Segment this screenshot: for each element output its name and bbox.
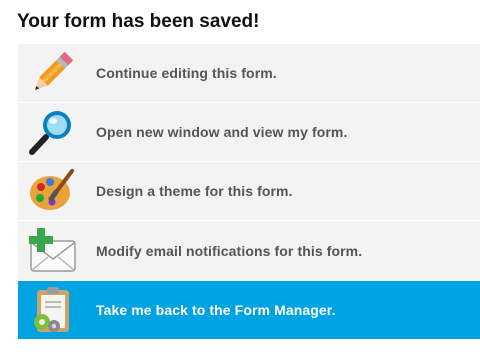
- item-label: Design a theme for this form.: [96, 183, 293, 199]
- design-theme-item[interactable]: Design a theme for this form.: [18, 162, 480, 221]
- view-form-item[interactable]: Open new window and view my form.: [18, 103, 480, 162]
- action-menu: Continue editing this form. Open new win…: [18, 44, 480, 339]
- form-manager-item[interactable]: Take me back to the Form Manager.: [18, 281, 480, 339]
- magnifier-icon: [26, 106, 78, 158]
- continue-editing-item[interactable]: Continue editing this form.: [18, 44, 480, 103]
- item-label: Modify email notifications for this form…: [96, 242, 363, 259]
- item-label: Take me back to the Form Manager.: [96, 302, 336, 318]
- email-notifications-item[interactable]: Modify email notifications for this form…: [18, 221, 480, 281]
- item-label: Continue editing this form.: [96, 65, 277, 81]
- pencil-icon: [26, 47, 78, 99]
- page-title: Your form has been saved!: [17, 11, 260, 32]
- clipboard-gears-icon: [26, 284, 78, 336]
- email-add-icon: [26, 225, 78, 277]
- paint-palette-icon: [26, 165, 78, 217]
- item-label: Open new window and view my form.: [96, 124, 348, 140]
